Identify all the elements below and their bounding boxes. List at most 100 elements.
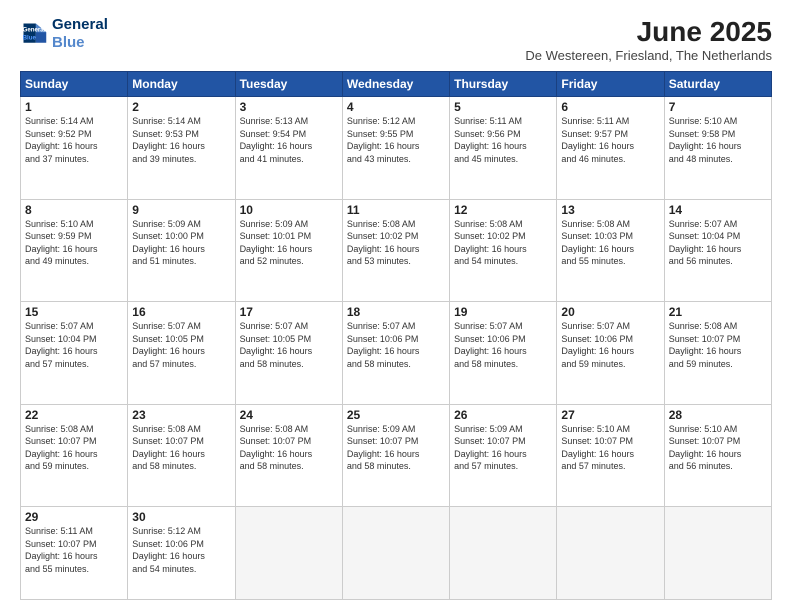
table-row: 26Sunrise: 5:09 AM Sunset: 10:07 PM Dayl… <box>450 404 557 507</box>
table-row: 30Sunrise: 5:12 AM Sunset: 10:06 PM Dayl… <box>128 507 235 600</box>
table-row: 9Sunrise: 5:09 AM Sunset: 10:00 PM Dayli… <box>128 199 235 302</box>
day-info: Sunrise: 5:08 AM Sunset: 10:02 PM Daylig… <box>347 218 445 268</box>
table-row: 6Sunrise: 5:11 AM Sunset: 9:57 PM Daylig… <box>557 97 664 200</box>
table-row <box>450 507 557 600</box>
day-number: 11 <box>347 203 445 217</box>
table-row: 28Sunrise: 5:10 AM Sunset: 10:07 PM Dayl… <box>664 404 771 507</box>
table-row: 15Sunrise: 5:07 AM Sunset: 10:04 PM Dayl… <box>21 302 128 405</box>
table-row: 5Sunrise: 5:11 AM Sunset: 9:56 PM Daylig… <box>450 97 557 200</box>
day-number: 2 <box>132 100 230 114</box>
table-row: 20Sunrise: 5:07 AM Sunset: 10:06 PM Dayl… <box>557 302 664 405</box>
table-row: 8Sunrise: 5:10 AM Sunset: 9:59 PM Daylig… <box>21 199 128 302</box>
day-info: Sunrise: 5:09 AM Sunset: 10:07 PM Daylig… <box>347 423 445 473</box>
day-info: Sunrise: 5:10 AM Sunset: 10:07 PM Daylig… <box>669 423 767 473</box>
day-info: Sunrise: 5:10 AM Sunset: 9:59 PM Dayligh… <box>25 218 123 268</box>
table-row: 21Sunrise: 5:08 AM Sunset: 10:07 PM Dayl… <box>664 302 771 405</box>
logo-icon: General Blue <box>20 20 48 48</box>
table-row <box>557 507 664 600</box>
day-number: 21 <box>669 305 767 319</box>
day-number: 22 <box>25 408 123 422</box>
day-number: 1 <box>25 100 123 114</box>
day-info: Sunrise: 5:13 AM Sunset: 9:54 PM Dayligh… <box>240 115 338 165</box>
day-info: Sunrise: 5:08 AM Sunset: 10:02 PM Daylig… <box>454 218 552 268</box>
day-info: Sunrise: 5:07 AM Sunset: 10:06 PM Daylig… <box>347 320 445 370</box>
day-info: Sunrise: 5:12 AM Sunset: 10:06 PM Daylig… <box>132 525 230 575</box>
table-row: 1Sunrise: 5:14 AM Sunset: 9:52 PM Daylig… <box>21 97 128 200</box>
day-number: 19 <box>454 305 552 319</box>
table-row: 10Sunrise: 5:09 AM Sunset: 10:01 PM Dayl… <box>235 199 342 302</box>
day-info: Sunrise: 5:11 AM Sunset: 9:56 PM Dayligh… <box>454 115 552 165</box>
col-saturday: Saturday <box>664 72 771 97</box>
col-tuesday: Tuesday <box>235 72 342 97</box>
day-info: Sunrise: 5:08 AM Sunset: 10:07 PM Daylig… <box>240 423 338 473</box>
day-info: Sunrise: 5:07 AM Sunset: 10:06 PM Daylig… <box>454 320 552 370</box>
day-number: 13 <box>561 203 659 217</box>
day-number: 3 <box>240 100 338 114</box>
day-number: 16 <box>132 305 230 319</box>
table-row: 27Sunrise: 5:10 AM Sunset: 10:07 PM Dayl… <box>557 404 664 507</box>
day-number: 15 <box>25 305 123 319</box>
day-number: 7 <box>669 100 767 114</box>
day-info: Sunrise: 5:07 AM Sunset: 10:06 PM Daylig… <box>561 320 659 370</box>
day-info: Sunrise: 5:09 AM Sunset: 10:07 PM Daylig… <box>454 423 552 473</box>
table-row: 22Sunrise: 5:08 AM Sunset: 10:07 PM Dayl… <box>21 404 128 507</box>
day-number: 25 <box>347 408 445 422</box>
day-info: Sunrise: 5:07 AM Sunset: 10:05 PM Daylig… <box>240 320 338 370</box>
table-row: 16Sunrise: 5:07 AM Sunset: 10:05 PM Dayl… <box>128 302 235 405</box>
day-info: Sunrise: 5:07 AM Sunset: 10:05 PM Daylig… <box>132 320 230 370</box>
day-info: Sunrise: 5:10 AM Sunset: 9:58 PM Dayligh… <box>669 115 767 165</box>
header: General Blue General Blue June 2025 De W… <box>20 16 772 63</box>
day-info: Sunrise: 5:08 AM Sunset: 10:07 PM Daylig… <box>132 423 230 473</box>
day-number: 29 <box>25 510 123 524</box>
title-block: June 2025 De Westereen, Friesland, The N… <box>525 16 772 63</box>
logo: General Blue General Blue <box>20 16 108 52</box>
table-row: 19Sunrise: 5:07 AM Sunset: 10:06 PM Dayl… <box>450 302 557 405</box>
col-monday: Monday <box>128 72 235 97</box>
day-number: 17 <box>240 305 338 319</box>
day-number: 14 <box>669 203 767 217</box>
day-info: Sunrise: 5:11 AM Sunset: 9:57 PM Dayligh… <box>561 115 659 165</box>
day-number: 6 <box>561 100 659 114</box>
day-info: Sunrise: 5:12 AM Sunset: 9:55 PM Dayligh… <box>347 115 445 165</box>
col-wednesday: Wednesday <box>342 72 449 97</box>
day-number: 24 <box>240 408 338 422</box>
page: General Blue General Blue June 2025 De W… <box>0 0 792 612</box>
month-title: June 2025 <box>525 16 772 48</box>
table-row: 2Sunrise: 5:14 AM Sunset: 9:53 PM Daylig… <box>128 97 235 200</box>
day-number: 10 <box>240 203 338 217</box>
day-info: Sunrise: 5:08 AM Sunset: 10:07 PM Daylig… <box>669 320 767 370</box>
svg-text:General: General <box>23 26 46 33</box>
day-info: Sunrise: 5:10 AM Sunset: 10:07 PM Daylig… <box>561 423 659 473</box>
day-number: 28 <box>669 408 767 422</box>
day-number: 4 <box>347 100 445 114</box>
table-row: 7Sunrise: 5:10 AM Sunset: 9:58 PM Daylig… <box>664 97 771 200</box>
table-row: 11Sunrise: 5:08 AM Sunset: 10:02 PM Dayl… <box>342 199 449 302</box>
table-row: 18Sunrise: 5:07 AM Sunset: 10:06 PM Dayl… <box>342 302 449 405</box>
logo-text-2: Blue <box>52 34 108 52</box>
location: De Westereen, Friesland, The Netherlands <box>525 48 772 63</box>
table-row: 4Sunrise: 5:12 AM Sunset: 9:55 PM Daylig… <box>342 97 449 200</box>
col-sunday: Sunday <box>21 72 128 97</box>
day-info: Sunrise: 5:14 AM Sunset: 9:52 PM Dayligh… <box>25 115 123 165</box>
day-info: Sunrise: 5:09 AM Sunset: 10:01 PM Daylig… <box>240 218 338 268</box>
col-thursday: Thursday <box>450 72 557 97</box>
day-number: 8 <box>25 203 123 217</box>
day-number: 26 <box>454 408 552 422</box>
table-row: 25Sunrise: 5:09 AM Sunset: 10:07 PM Dayl… <box>342 404 449 507</box>
day-info: Sunrise: 5:09 AM Sunset: 10:00 PM Daylig… <box>132 218 230 268</box>
day-info: Sunrise: 5:08 AM Sunset: 10:07 PM Daylig… <box>25 423 123 473</box>
logo-text-1: General <box>52 16 108 34</box>
table-row: 29Sunrise: 5:11 AM Sunset: 10:07 PM Dayl… <box>21 507 128 600</box>
svg-text:Blue: Blue <box>23 34 37 41</box>
col-friday: Friday <box>557 72 664 97</box>
day-number: 18 <box>347 305 445 319</box>
table-row: 3Sunrise: 5:13 AM Sunset: 9:54 PM Daylig… <box>235 97 342 200</box>
day-number: 9 <box>132 203 230 217</box>
calendar-table: Sunday Monday Tuesday Wednesday Thursday… <box>20 71 772 600</box>
table-row: 23Sunrise: 5:08 AM Sunset: 10:07 PM Dayl… <box>128 404 235 507</box>
day-number: 5 <box>454 100 552 114</box>
day-number: 23 <box>132 408 230 422</box>
day-info: Sunrise: 5:14 AM Sunset: 9:53 PM Dayligh… <box>132 115 230 165</box>
table-row: 13Sunrise: 5:08 AM Sunset: 10:03 PM Dayl… <box>557 199 664 302</box>
table-row: 24Sunrise: 5:08 AM Sunset: 10:07 PM Dayl… <box>235 404 342 507</box>
